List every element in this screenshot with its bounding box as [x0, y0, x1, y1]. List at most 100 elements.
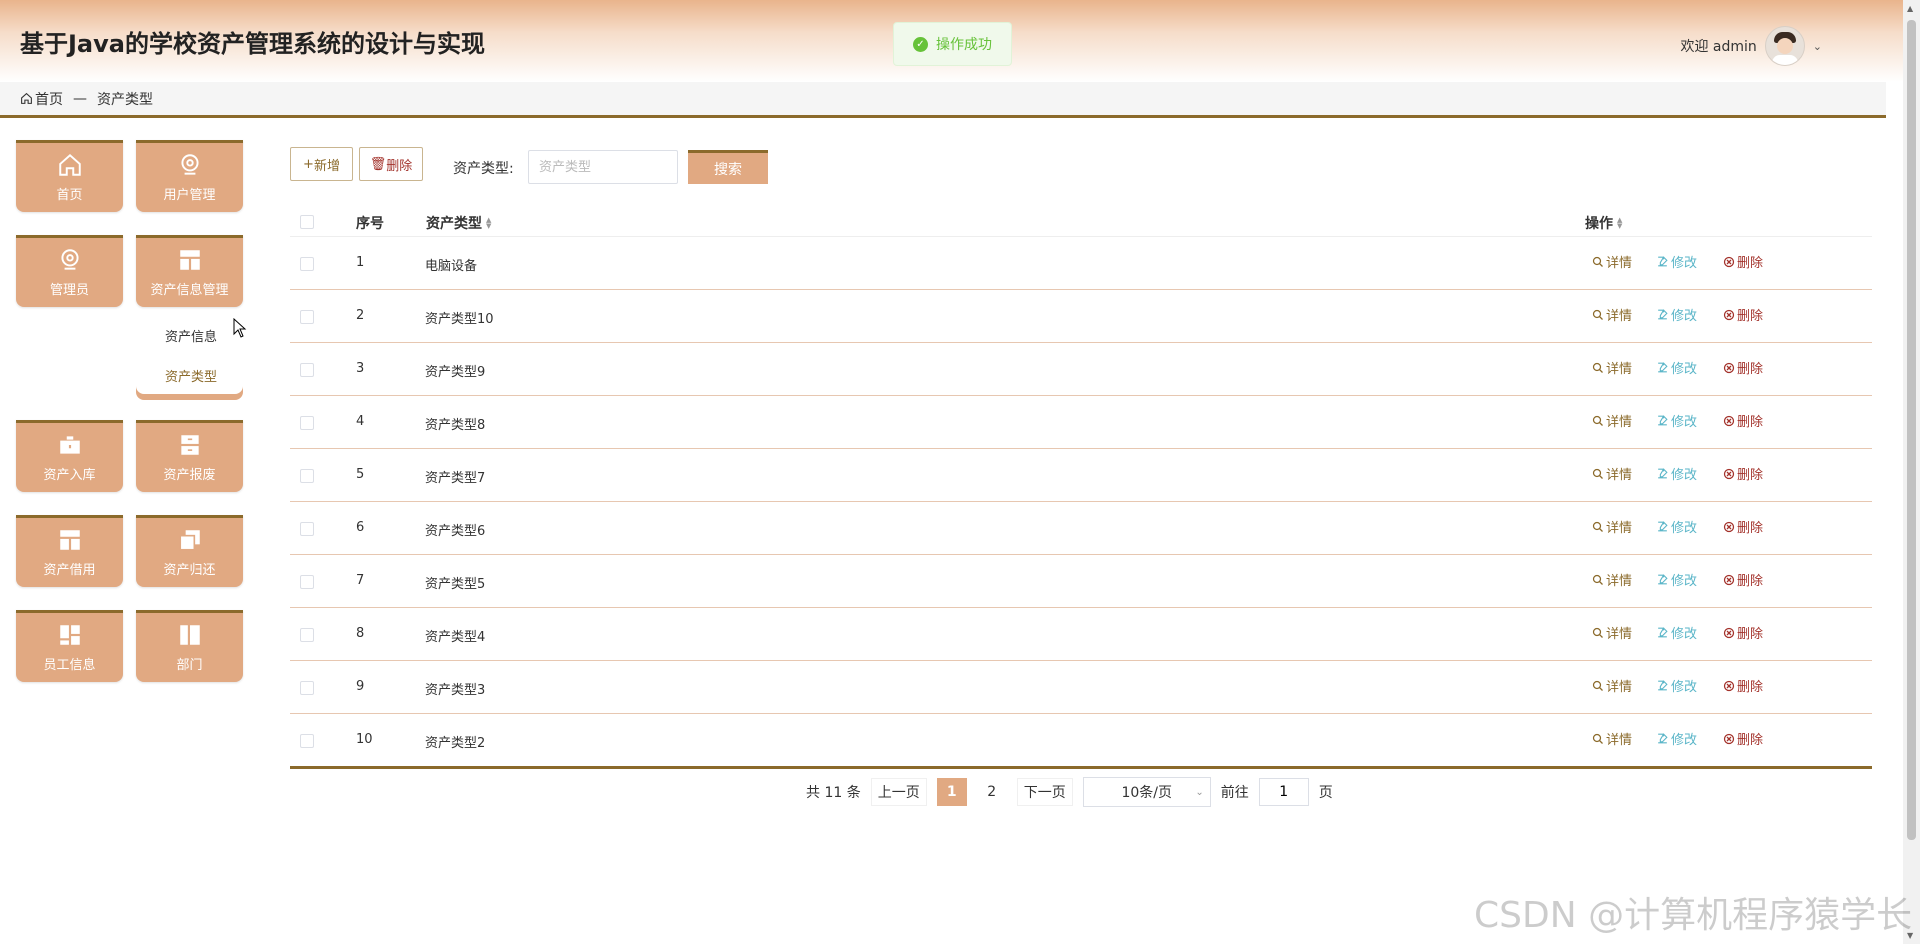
detail-button[interactable]: 详情 — [1592, 411, 1632, 430]
sidebar-item-admin[interactable]: 管理员 — [16, 235, 123, 307]
home-icon — [21, 92, 32, 104]
row-checkbox[interactable] — [300, 628, 314, 642]
row-checkbox[interactable] — [300, 522, 314, 536]
page-2-button[interactable]: 2 — [977, 778, 1007, 806]
row-checkbox[interactable] — [300, 363, 314, 377]
cell-index: 6 — [356, 520, 365, 535]
avatar[interactable] — [1764, 26, 1805, 66]
next-page-button[interactable]: 下一页 — [1016, 778, 1073, 806]
cell-index: 7 — [356, 573, 365, 588]
goto-page-input[interactable] — [1258, 778, 1309, 806]
row-checkbox[interactable] — [300, 734, 314, 748]
table-row: 2 资产类型10 详情 修改 删除 — [290, 290, 1872, 343]
detail-button[interactable]: 详情 — [1592, 676, 1632, 695]
edit-button[interactable]: 修改 — [1656, 517, 1697, 536]
row-checkbox[interactable] — [300, 310, 314, 324]
search-input[interactable] — [528, 150, 678, 184]
delete-label: 删除 — [1737, 733, 1764, 748]
page-1-button[interactable]: 1 — [936, 778, 967, 806]
row-checkbox[interactable] — [300, 469, 314, 483]
edit-button[interactable]: 修改 — [1656, 623, 1697, 642]
delete-label: 删除 — [1737, 415, 1764, 430]
delete-button[interactable]: 删除 — [1723, 305, 1763, 324]
row-checkbox[interactable] — [300, 257, 314, 271]
cell-index: 9 — [356, 679, 365, 694]
cell-index: 4 — [356, 414, 365, 429]
detail-button[interactable]: 详情 — [1592, 729, 1632, 748]
sidebar-item-asset-borrow[interactable]: 资产借用 — [16, 515, 123, 587]
archive-icon — [180, 435, 199, 455]
submenu-item-asset-info[interactable]: 资产信息 — [165, 326, 217, 345]
edit-button[interactable]: 修改 — [1656, 676, 1697, 695]
detail-button[interactable]: 详情 — [1592, 305, 1632, 324]
edit-button[interactable]: 修改 — [1656, 305, 1697, 324]
page-scrollbar[interactable]: ▲ ▼ — [1903, 0, 1920, 944]
scroll-up-icon[interactable]: ▲ — [1907, 4, 1913, 13]
sidebar-item-department[interactable]: 部门 — [136, 610, 243, 682]
page-size-select[interactable]: 10条/页 ⌄ — [1082, 777, 1211, 807]
edit-button[interactable]: 修改 — [1656, 358, 1697, 377]
sidebar-item-asset-scrap[interactable]: 资产报废 — [136, 420, 243, 492]
select-all-checkbox[interactable] — [300, 215, 314, 229]
detail-button[interactable]: 详情 — [1592, 358, 1632, 377]
row-checkbox[interactable] — [300, 681, 314, 695]
close-circle-icon — [1723, 362, 1735, 373]
delete-button[interactable]: 删除 — [1723, 252, 1763, 271]
cell-index: 10 — [356, 732, 373, 747]
detail-label: 详情 — [1606, 468, 1633, 483]
cell-index: 3 — [356, 361, 365, 376]
sort-icon[interactable]: ▲ ▼ — [1617, 217, 1622, 230]
detail-button[interactable]: 详情 — [1592, 517, 1632, 536]
edit-button[interactable]: 修改 — [1656, 411, 1697, 430]
cell-asset-type: 资产类型4 — [425, 630, 486, 645]
sidebar-item-asset-inbound[interactable]: 资产入库 — [16, 420, 123, 492]
delete-button[interactable]: 删除 — [1723, 623, 1763, 642]
detail-label: 详情 — [1606, 680, 1633, 695]
delete-button[interactable]: 删除 — [1723, 358, 1763, 377]
mouse-cursor-icon — [233, 318, 247, 338]
delete-button[interactable]: 删除 — [1723, 411, 1763, 430]
detail-label: 详情 — [1606, 733, 1633, 748]
scrollbar-thumb[interactable] — [1907, 20, 1916, 840]
edit-button[interactable]: 修改 — [1656, 570, 1697, 589]
edit-icon — [1658, 680, 1668, 691]
edit-button[interactable]: 修改 — [1656, 464, 1697, 483]
delete-button[interactable]: 删除 — [1723, 464, 1763, 483]
edit-button[interactable]: 修改 — [1656, 252, 1697, 271]
column-header-actions[interactable]: 操作 ▲ ▼ — [1585, 213, 1622, 233]
top-header: 基于Java的学校资产管理系统的设计与实现 ✓ 操作成功 欢迎 admin ⌄ — [0, 0, 1903, 82]
delete-button[interactable]: 删除 — [1723, 570, 1763, 589]
chevron-down-icon[interactable]: ⌄ — [1813, 40, 1822, 53]
row-checkbox[interactable] — [300, 416, 314, 430]
batch-delete-button[interactable]: 🗑 删除 — [359, 147, 423, 181]
sidebar-item-label: 资产归还 — [163, 563, 216, 578]
column-header-type[interactable]: 资产类型 ▲ ▼ — [426, 213, 491, 233]
submenu-item-asset-type[interactable]: 资产类型 — [165, 366, 217, 385]
detail-button[interactable]: 详情 — [1592, 252, 1632, 271]
layout-icon — [59, 530, 80, 550]
cell-asset-type: 资产类型9 — [425, 365, 486, 380]
breadcrumb-home[interactable]: 首页 — [20, 89, 63, 109]
cell-asset-type: 资产类型7 — [425, 471, 486, 486]
sidebar-item-home[interactable]: 首页 — [16, 140, 123, 212]
row-checkbox[interactable] — [300, 575, 314, 589]
sidebar-item-user-management[interactable]: 用户管理 — [136, 140, 243, 212]
sidebar-item-label: 资产信息管理 — [150, 283, 229, 298]
search-button[interactable]: 搜索 — [688, 150, 768, 184]
sort-icon[interactable]: ▲ ▼ — [486, 217, 491, 230]
sidebar-item-employee-info[interactable]: 员工信息 — [16, 610, 123, 682]
detail-button[interactable]: 详情 — [1592, 623, 1632, 642]
delete-button[interactable]: 删除 — [1723, 729, 1763, 748]
prev-page-button[interactable]: 上一页 — [870, 778, 927, 806]
sidebar-item-asset-info-management[interactable]: 资产信息管理 — [136, 235, 243, 307]
detail-button[interactable]: 详情 — [1592, 570, 1632, 589]
delete-button[interactable]: 删除 — [1723, 517, 1763, 536]
app-title: 基于Java的学校资产管理系统的设计与实现 — [20, 30, 485, 58]
sidebar-item-asset-return[interactable]: 资产归还 — [136, 515, 243, 587]
add-button[interactable]: + 新增 — [290, 147, 353, 181]
delete-button[interactable]: 删除 — [1723, 676, 1763, 695]
user-menu[interactable]: 欢迎 admin ⌄ — [1680, 26, 1822, 66]
detail-button[interactable]: 详情 — [1592, 464, 1632, 483]
column-header-index: 序号 — [356, 216, 384, 232]
edit-button[interactable]: 修改 — [1656, 729, 1697, 748]
